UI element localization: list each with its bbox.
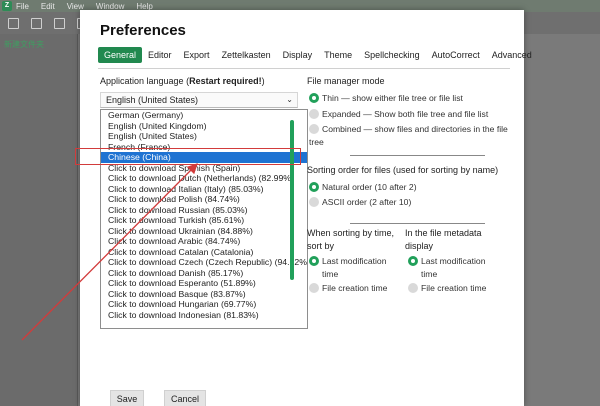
annotation-arrow-icon [21, 163, 198, 341]
